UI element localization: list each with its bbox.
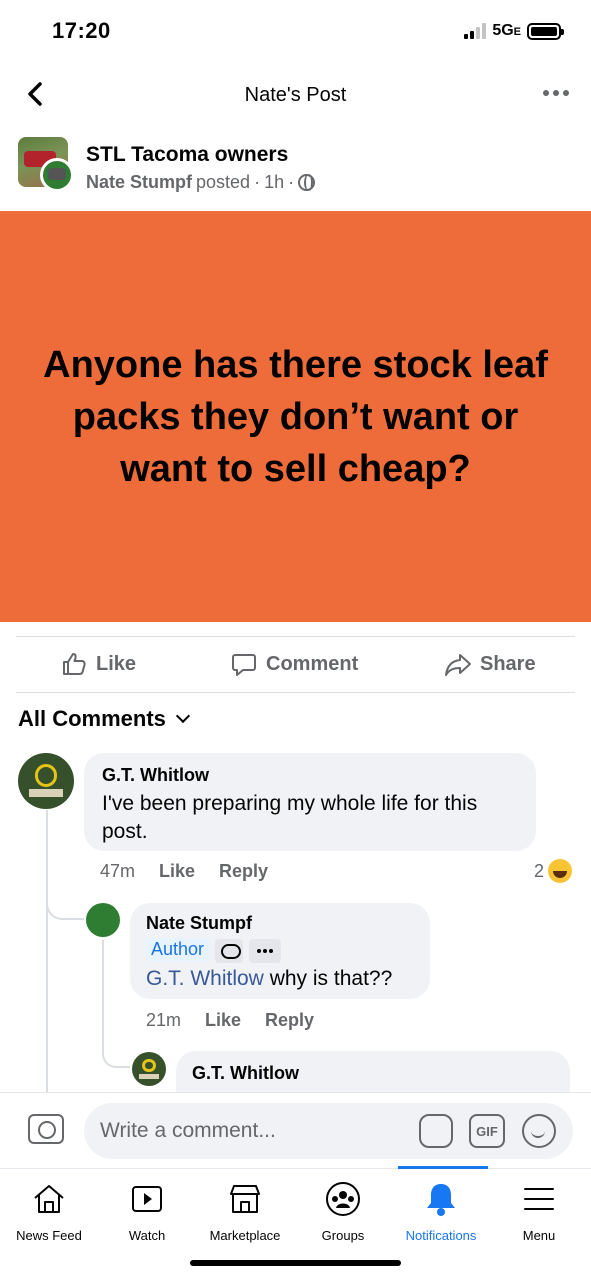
network-label: 5G (492, 22, 514, 39)
tab-label: Watch (128, 1228, 166, 1243)
reaction-count-value: 2 (534, 860, 545, 881)
emoji-icon[interactable] (522, 1114, 556, 1148)
comment-like-button[interactable]: Like (205, 1010, 241, 1031)
comment-time: 21m (146, 1010, 182, 1030)
comment-like-button[interactable]: Like (159, 861, 195, 882)
author-badge: Author (146, 938, 210, 961)
comment-author[interactable]: Nate Stumpf (146, 913, 414, 934)
group-name[interactable]: STL Tacoma owners (86, 143, 288, 167)
post-meta: Nate Stumpf posted · 1h · (86, 172, 316, 193)
comment-label: Comment (266, 652, 359, 675)
network-indicator: 5GE (492, 22, 521, 40)
more-options-icon[interactable] (543, 90, 569, 96)
comment-time: 47m (100, 861, 136, 881)
conversation-starter-icon (215, 938, 244, 963)
thread-connector (102, 1040, 130, 1068)
comment-icon (232, 654, 256, 676)
comments-filter-dropdown[interactable]: All Comments (18, 706, 190, 732)
comment-bubble: G.T. Whitlow (176, 1051, 570, 1092)
tab-menu[interactable]: Menu (490, 1180, 588, 1243)
home-indicator (190, 1260, 401, 1266)
page-title: Nate's Post (244, 84, 347, 106)
active-tab-indicator (398, 1166, 488, 1169)
signal-icon (464, 23, 487, 39)
comment-author[interactable]: G.T. Whitlow (102, 765, 518, 786)
home-icon (34, 1185, 64, 1213)
divider (0, 1168, 591, 1169)
tab-label: Menu (522, 1228, 556, 1243)
avatar[interactable] (132, 1052, 166, 1086)
comment-bubble: Nate Stumpf Author G.T. Whitlow why is t… (130, 903, 430, 999)
battery-icon (527, 22, 564, 40)
menu-icon (524, 1188, 554, 1210)
post-author[interactable]: Nate Stumpf (86, 172, 192, 193)
comment-button[interactable]: Comment (230, 650, 358, 678)
mention-link[interactable]: G.T. Whitlow (146, 967, 264, 990)
sticker-icon[interactable] (419, 1114, 453, 1148)
post-time[interactable]: 1h (264, 172, 284, 193)
bell-icon (427, 1184, 455, 1216)
author-avatar[interactable] (40, 158, 74, 192)
comment-author[interactable]: G.T. Whitlow (192, 1063, 554, 1084)
network-suffix: E (513, 26, 521, 38)
comment-footer: 47m Like Reply (100, 861, 268, 882)
status-time: 17:20 (52, 18, 111, 43)
divider (16, 692, 575, 693)
post-card-text: Anyone has there stock leaf packs they d… (43, 343, 548, 490)
tab-news-feed[interactable]: News Feed (0, 1180, 98, 1243)
tab-label: Notifications (405, 1228, 477, 1243)
chevron-down-icon (175, 708, 190, 724)
avatar[interactable] (86, 903, 120, 937)
groups-icon (326, 1182, 360, 1216)
tab-groups[interactable]: Groups (294, 1180, 392, 1243)
divider (16, 636, 575, 637)
thread-connector (46, 890, 84, 920)
share-icon (445, 654, 471, 676)
marketplace-icon (230, 1185, 260, 1213)
posted-word: posted (196, 172, 251, 192)
comment-text: I've been preparing my whole life for th… (102, 792, 478, 843)
divider (0, 1092, 591, 1093)
globe-icon (298, 174, 316, 191)
share-label: Share (480, 652, 536, 675)
comment-footer: 21m Like Reply (146, 1010, 314, 1031)
post-text-card: Anyone has there stock leaf packs they d… (0, 211, 591, 622)
status-indicators: 5GE (464, 22, 564, 40)
watch-icon (132, 1186, 162, 1212)
haha-reaction-icon (548, 859, 573, 883)
comments-filter-label: All Comments (18, 706, 166, 731)
thread-line (46, 810, 48, 1092)
share-button[interactable]: Share (444, 650, 536, 678)
like-button[interactable]: Like (60, 650, 136, 678)
comment-reply-button[interactable]: Reply (219, 861, 268, 882)
comment-text: why is that?? (263, 966, 393, 990)
like-label: Like (96, 652, 137, 675)
avatar[interactable] (18, 753, 74, 809)
tab-notifications[interactable]: Notifications (392, 1180, 490, 1243)
tab-label: Marketplace (209, 1228, 281, 1243)
more-badges-icon[interactable] (249, 938, 282, 963)
tab-label: News Feed (16, 1228, 82, 1243)
thread-line (102, 940, 104, 1050)
comment-bubble: G.T. Whitlow I've been preparing my whol… (84, 753, 536, 851)
comment-reply-button[interactable]: Reply (265, 1010, 314, 1031)
like-icon (63, 653, 86, 675)
tab-watch[interactable]: Watch (98, 1180, 196, 1243)
camera-icon[interactable] (28, 1114, 64, 1144)
tab-label: Groups (321, 1228, 365, 1243)
tab-marketplace[interactable]: Marketplace (196, 1180, 294, 1243)
gif-icon[interactable]: GIF (469, 1114, 505, 1148)
reaction-count[interactable]: 2 (534, 859, 573, 883)
